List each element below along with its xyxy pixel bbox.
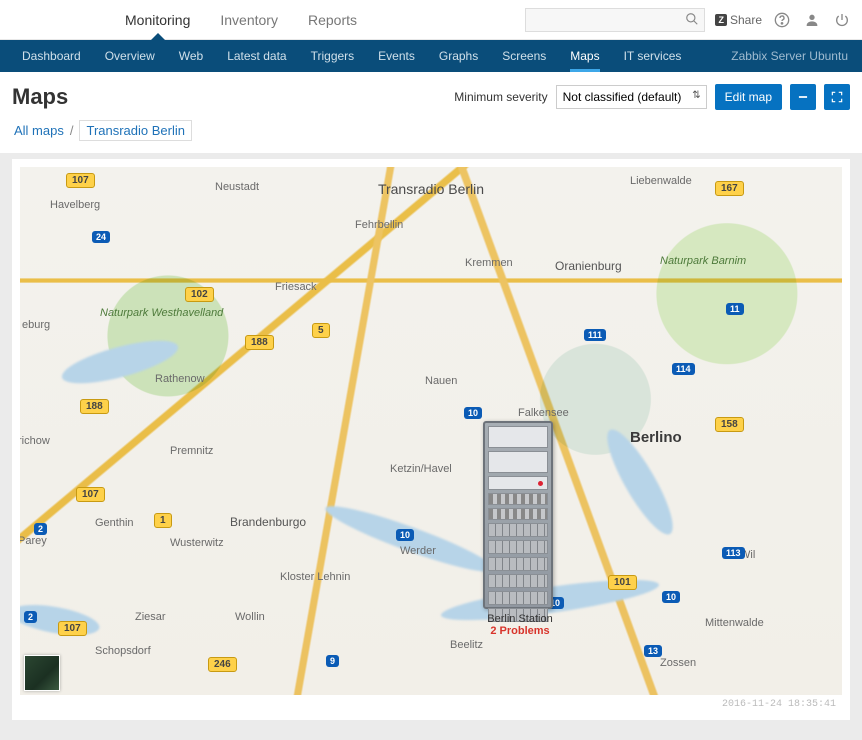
search-input[interactable] <box>525 8 705 32</box>
subtab-dashboard[interactable]: Dashboard <box>10 40 93 72</box>
highway-shield: 11 <box>726 303 744 315</box>
tab-monitoring[interactable]: Monitoring <box>110 0 205 40</box>
highway-shield: 13 <box>644 645 662 657</box>
global-search <box>525 8 705 32</box>
subtab-triggers[interactable]: Triggers <box>299 40 367 72</box>
main-content: Transradio Berlin HavelbergNeustadtLiebe… <box>0 153 862 740</box>
road-shield: 167 <box>715 181 744 196</box>
element-name: Berlin Station <box>450 613 590 625</box>
highway-shield: 114 <box>672 363 695 375</box>
highway-shield: 24 <box>92 231 110 243</box>
road-shield: 246 <box>208 657 237 672</box>
subtab-overview[interactable]: Overview <box>93 40 167 72</box>
collapse-button[interactable] <box>790 84 816 110</box>
severity-select[interactable]: Not classified (default) <box>556 85 707 109</box>
severity-label: Minimum severity <box>454 90 547 104</box>
element-problems: 2 Problems <box>450 625 590 637</box>
subtab-graphs[interactable]: Graphs <box>427 40 490 72</box>
highway-shield: 2 <box>34 523 47 535</box>
share-button[interactable]: Z Share <box>715 13 762 27</box>
road-shield: 188 <box>80 399 109 414</box>
top-nav-right: Z Share <box>525 8 852 32</box>
subtab-latest-data[interactable]: Latest data <box>215 40 298 72</box>
power-icon[interactable] <box>832 10 852 30</box>
breadcrumb-current[interactable]: Transradio Berlin <box>79 120 192 141</box>
road-shield: 107 <box>66 173 95 188</box>
subtab-web[interactable]: Web <box>167 40 215 72</box>
road-shield: 1 <box>154 513 172 528</box>
subtab-screens[interactable]: Screens <box>490 40 558 72</box>
server-label: Zabbix Server Ubuntu <box>731 49 852 63</box>
map-timestamp: 2016-11-24 18:35:41 <box>20 695 842 712</box>
breadcrumb: All maps / Transradio Berlin <box>0 116 862 153</box>
road-shield: 5 <box>312 323 330 338</box>
subtab-it-services[interactable]: IT services <box>612 40 694 72</box>
tab-reports[interactable]: Reports <box>293 0 372 40</box>
zabbix-logo-icon: Z <box>715 14 727 26</box>
help-icon[interactable] <box>772 10 792 30</box>
tab-inventory[interactable]: Inventory <box>205 0 293 40</box>
road-shield: 101 <box>608 575 637 590</box>
map-element-label: Berlin Station 2 Problems <box>450 613 590 637</box>
sub-nav-items: Dashboard Overview Web Latest data Trigg… <box>10 40 693 72</box>
subtab-events[interactable]: Events <box>366 40 427 72</box>
sub-nav: Dashboard Overview Web Latest data Trigg… <box>0 40 862 72</box>
fullscreen-button[interactable] <box>824 84 850 110</box>
top-nav: Monitoring Inventory Reports Z Share <box>0 0 862 40</box>
map-title: Transradio Berlin <box>378 181 484 197</box>
edit-map-button[interactable]: Edit map <box>715 84 782 110</box>
page-title: Maps <box>12 84 68 110</box>
road-shield: 158 <box>715 417 744 432</box>
road-shield: 107 <box>76 487 105 502</box>
highway-shield: 113 <box>722 547 745 559</box>
breadcrumb-root[interactable]: All maps <box>14 123 64 138</box>
highway-shield: 111 <box>584 329 606 341</box>
search-icon[interactable] <box>685 12 699 26</box>
share-label: Share <box>730 13 762 27</box>
top-nav-tabs: Monitoring Inventory Reports <box>110 0 372 40</box>
highway-shield: 2 <box>24 611 37 623</box>
highway-shield: 10 <box>464 407 482 419</box>
highway-shield: 9 <box>326 655 339 667</box>
breadcrumb-sep: / <box>70 123 74 138</box>
road-shield: 102 <box>185 287 214 302</box>
map-element-server-rack[interactable] <box>483 421 553 609</box>
page-controls: Minimum severity Not classified (default… <box>454 84 850 110</box>
highway-shield: 10 <box>396 529 414 541</box>
subtab-maps[interactable]: Maps <box>558 40 611 72</box>
satellite-thumbnail[interactable] <box>24 655 60 691</box>
road-shield: 188 <box>245 335 274 350</box>
page-header: Maps Minimum severity Not classified (de… <box>0 72 862 116</box>
highway-shield: 10 <box>662 591 680 603</box>
map-canvas[interactable]: Transradio Berlin HavelbergNeustadtLiebe… <box>20 167 842 695</box>
road-shield: 107 <box>58 621 87 636</box>
map-card: Transradio Berlin HavelbergNeustadtLiebe… <box>12 159 850 720</box>
user-icon[interactable] <box>802 10 822 30</box>
